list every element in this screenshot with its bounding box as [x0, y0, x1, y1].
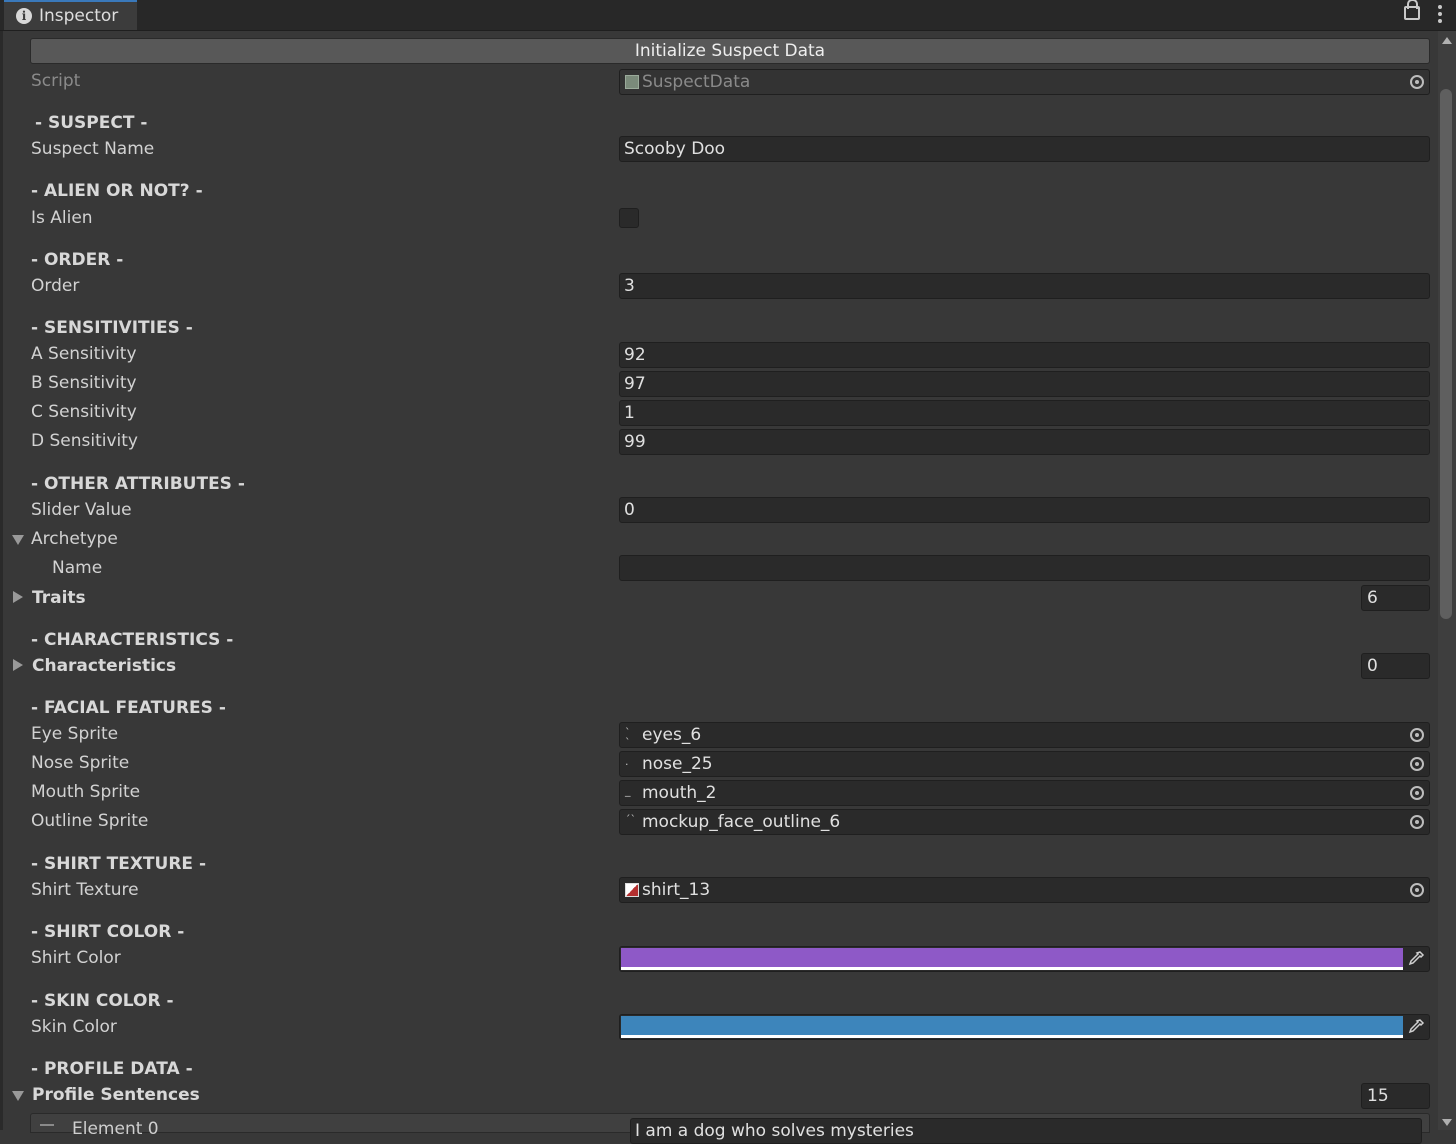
element-0-input[interactable]: I am a dog who solves mysteries [630, 1118, 1422, 1144]
a-sensitivity-input[interactable]: 92 [619, 342, 1430, 368]
section-order: - ORDER - [31, 250, 124, 270]
script-field[interactable]: SuspectData [619, 69, 1430, 95]
script-icon [625, 75, 639, 89]
traits-foldout-icon[interactable] [13, 591, 23, 603]
archetype-name-input[interactable] [619, 555, 1430, 581]
section-facial-features: - FACIAL FEATURES - [31, 698, 226, 718]
archetype-name-label: Name [52, 558, 103, 578]
mouth-sprite-label: Mouth Sprite [31, 782, 141, 802]
eyedropper-icon[interactable] [1407, 1018, 1425, 1036]
traits-label[interactable]: Traits [32, 588, 86, 608]
mouth-sprite-value: mouth_2 [642, 783, 717, 803]
slider-value-label: Slider Value [31, 500, 132, 520]
d-sensitivity-label: D Sensitivity [31, 431, 138, 451]
archetype-label[interactable]: Archetype [31, 529, 118, 549]
eye-sprite-field[interactable]: ` ` eyes_6 [619, 722, 1430, 748]
nose-sprite-field[interactable]: . nose_25 [619, 751, 1430, 777]
outline-sprite-label: Outline Sprite [31, 811, 149, 831]
tab-inspector[interactable]: i Inspector [4, 0, 137, 30]
shirt-texture-value: shirt_13 [642, 880, 711, 900]
suspect-name-label: Suspect Name [31, 139, 155, 159]
section-sensitivities: - SENSITIVITIES - [31, 318, 193, 338]
a-sensitivity-label: A Sensitivity [31, 344, 137, 364]
traits-count-input[interactable]: 6 [1361, 585, 1430, 611]
shirt-texture-field[interactable]: shirt_13 [619, 877, 1430, 903]
characteristics-count-input[interactable]: 0 [1361, 653, 1430, 679]
is-alien-checkbox[interactable] [619, 208, 639, 228]
skin-color-label: Skin Color [31, 1017, 117, 1037]
kebab-menu-icon[interactable] [1438, 5, 1442, 23]
shirt-color-field[interactable] [619, 946, 1430, 972]
is-alien-label: Is Alien [31, 208, 93, 228]
drag-handle-icon[interactable] [40, 1124, 54, 1126]
section-profile-data: - PROFILE DATA - [31, 1059, 193, 1079]
initialize-suspect-data-button[interactable]: Initialize Suspect Data [30, 38, 1430, 64]
section-shirt-color: - SHIRT COLOR - [31, 922, 185, 942]
vertical-scrollbar[interactable] [1438, 31, 1456, 1130]
info-icon: i [16, 8, 32, 24]
order-label: Order [31, 276, 80, 296]
suspect-name-input[interactable]: Scooby Doo [619, 136, 1430, 162]
alpha-bar [621, 967, 1403, 970]
section-other-attributes: - OTHER ATTRIBUTES - [31, 474, 245, 494]
nose-sprite-label: Nose Sprite [31, 753, 130, 773]
eye-sprite-value: eyes_6 [642, 725, 702, 745]
outline-sprite-value: mockup_face_outline_6 [642, 812, 841, 832]
object-picker-icon[interactable] [1410, 786, 1424, 800]
alpha-bar [621, 1035, 1403, 1038]
shirt-texture-label: Shirt Texture [31, 880, 139, 900]
mouth-sprite-field[interactable]: _ mouth_2 [619, 780, 1430, 806]
c-sensitivity-label: C Sensitivity [31, 402, 137, 422]
script-label: Script [31, 71, 81, 91]
section-characteristics: - CHARACTERISTICS - [31, 630, 234, 650]
section-alien: - ALIEN OR NOT? - [31, 181, 203, 201]
shirt-color-label: Shirt Color [31, 948, 121, 968]
tab-label: Inspector [39, 6, 119, 26]
object-picker-icon[interactable] [1410, 728, 1424, 742]
section-suspect: - SUSPECT - [35, 113, 148, 133]
slider-value-input[interactable]: 0 [619, 497, 1430, 523]
skin-color-swatch[interactable] [621, 1016, 1403, 1035]
object-picker-icon[interactable] [1410, 815, 1424, 829]
tab-bar: i Inspector [0, 0, 1456, 31]
scroll-up-arrow-icon[interactable] [1442, 37, 1452, 44]
sprite-icon: _ [625, 784, 631, 797]
sprite-icon: ´` [625, 813, 636, 826]
lock-icon[interactable] [1404, 0, 1420, 20]
order-input[interactable]: 3 [619, 273, 1430, 299]
element-0-label: Element 0 [72, 1119, 159, 1139]
profile-sentences-count-input[interactable]: 15 [1361, 1083, 1430, 1109]
eye-sprite-label: Eye Sprite [31, 724, 119, 744]
d-sensitivity-input[interactable]: 99 [619, 429, 1430, 455]
profile-sentences-foldout-icon[interactable] [12, 1091, 24, 1101]
profile-sentences-label[interactable]: Profile Sentences [32, 1085, 200, 1105]
c-sensitivity-input[interactable]: 1 [619, 400, 1430, 426]
object-picker-icon[interactable] [1410, 75, 1424, 89]
characteristics-foldout-icon[interactable] [13, 659, 23, 671]
inspector-content: Initialize Suspect Data Script SuspectDa… [0, 31, 1438, 1144]
object-picker-icon[interactable] [1410, 757, 1424, 771]
b-sensitivity-input[interactable]: 97 [619, 371, 1430, 397]
scrollbar-thumb[interactable] [1440, 89, 1452, 619]
section-skin-color: - SKIN COLOR - [31, 991, 174, 1011]
b-sensitivity-label: B Sensitivity [31, 373, 137, 393]
nose-sprite-value: nose_25 [642, 754, 713, 774]
outline-sprite-field[interactable]: ´` mockup_face_outline_6 [619, 809, 1430, 835]
eyedropper-icon[interactable] [1407, 950, 1425, 968]
archetype-foldout-icon[interactable] [12, 535, 24, 545]
object-picker-icon[interactable] [1410, 883, 1424, 897]
scroll-down-arrow-icon[interactable] [1442, 1119, 1452, 1126]
skin-color-field[interactable] [619, 1014, 1430, 1040]
texture-icon [625, 883, 639, 897]
section-shirt-texture: - SHIRT TEXTURE - [31, 854, 207, 874]
sprite-icon: . [625, 755, 629, 768]
sprite-icon: ` ` [625, 726, 631, 749]
script-value: SuspectData [642, 72, 751, 92]
characteristics-label[interactable]: Characteristics [32, 656, 176, 676]
shirt-color-swatch[interactable] [621, 948, 1403, 967]
